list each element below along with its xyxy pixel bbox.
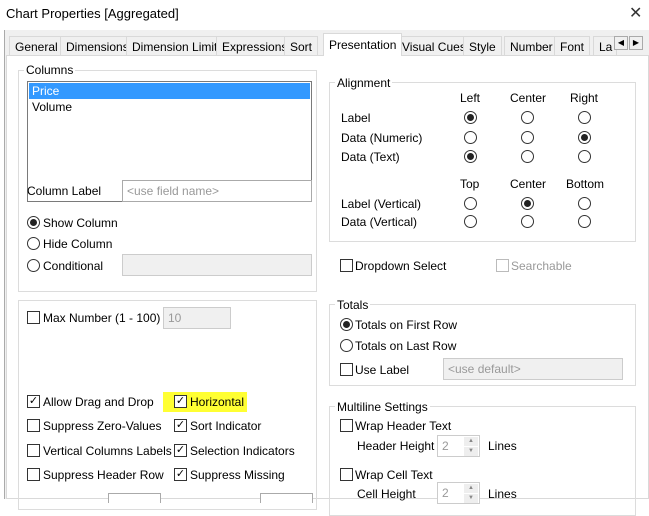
use-label-checkbox[interactable] xyxy=(340,363,353,376)
wrap-cell-checkbox[interactable] xyxy=(340,468,353,481)
sort-indicator-checkbox[interactable]: ✓ xyxy=(174,419,187,432)
bottom-button[interactable] xyxy=(260,493,313,503)
wrap-cell-label: Wrap Cell Text xyxy=(355,468,433,482)
totals-first-label: Totals on First Row xyxy=(355,318,458,332)
label-top-radio[interactable] xyxy=(464,197,477,210)
cell-height-value: 2 xyxy=(442,486,449,500)
label-align-label: Label xyxy=(341,111,371,125)
max-number-label: Max Number (1 - 100) xyxy=(43,311,161,325)
tab-expressions[interactable]: Expressions xyxy=(216,36,294,56)
show-column-label: Show Column xyxy=(43,216,118,230)
selection-indicators-label: Selection Indicators xyxy=(190,444,295,458)
lines-label: Lines xyxy=(488,439,517,453)
horizontal-checkbox[interactable]: ✓ xyxy=(174,395,187,408)
tab-sort[interactable]: Sort xyxy=(284,36,319,56)
selection-indicators-checkbox[interactable]: ✓ xyxy=(174,444,187,457)
align-left-header: Left xyxy=(460,91,481,105)
suppress-zero-checkbox[interactable] xyxy=(27,419,40,432)
numeric-left-radio[interactable] xyxy=(464,131,477,144)
tab-font[interactable]: Font xyxy=(554,36,591,56)
vertical-labels-checkbox[interactable] xyxy=(27,444,40,457)
tab-presentation[interactable]: Presentation xyxy=(323,33,403,56)
allow-drag-checkbox[interactable]: ✓ xyxy=(27,395,40,408)
show-column-radio[interactable] xyxy=(27,216,40,229)
vertical-labels-label: Vertical Columns Labels xyxy=(43,444,172,458)
data-vcenter-radio[interactable] xyxy=(521,215,534,228)
tab-scroll-right-icon[interactable]: ▶ xyxy=(629,36,643,50)
max-number-checkbox[interactable] xyxy=(27,311,40,324)
dropdown-select-checkbox[interactable] xyxy=(340,259,353,272)
dropdown-select-label: Dropdown Select xyxy=(355,259,447,273)
label-vcenter-radio[interactable] xyxy=(521,197,534,210)
window-title: Chart Properties [Aggregated] xyxy=(6,6,179,21)
data-top-radio[interactable] xyxy=(464,215,477,228)
wrap-header-checkbox[interactable] xyxy=(340,419,353,432)
allow-drag-label: Allow Drag and Drop xyxy=(43,395,154,409)
column-label-label: Column Label xyxy=(27,184,102,198)
header-height-value: 2 xyxy=(442,439,449,453)
tab-style[interactable]: Style xyxy=(463,36,502,56)
label-vertical-label: Label (Vertical) xyxy=(341,197,422,211)
align-bottom-header: Bottom xyxy=(566,177,605,191)
hide-column-radio[interactable] xyxy=(27,237,40,250)
suppress-zero-label: Suppress Zero-Values xyxy=(43,419,162,433)
conditional-label: Conditional xyxy=(43,259,104,273)
align-top-header: Top xyxy=(460,177,480,191)
data-numeric-align-label: Data (Numeric) xyxy=(341,131,423,145)
data-bottom-radio[interactable] xyxy=(578,215,591,228)
max-number-input: 10 xyxy=(163,307,231,329)
sort-indicator-label: Sort Indicator xyxy=(190,419,262,433)
searchable-label: Searchable xyxy=(511,259,572,273)
multiline-group-label: Multiline Settings xyxy=(335,400,430,414)
tab-dimensions[interactable]: Dimensions xyxy=(60,36,135,56)
label-left-radio[interactable] xyxy=(464,111,477,124)
hide-column-label: Hide Column xyxy=(43,237,113,251)
cell-height-stepper: 2 ▲ ▼ xyxy=(437,482,480,504)
align-right-header: Right xyxy=(570,91,599,105)
tab-scroll-left-icon[interactable]: ◀ xyxy=(614,36,628,50)
suppress-missing-checkbox[interactable]: ✓ xyxy=(174,468,187,481)
use-label-input: <use default> xyxy=(443,358,623,380)
label-bottom-radio[interactable] xyxy=(578,197,591,210)
columns-group-label: Columns xyxy=(24,63,76,77)
bottom-button[interactable] xyxy=(108,493,161,503)
list-item[interactable]: Price xyxy=(29,83,310,99)
totals-last-label: Totals on Last Row xyxy=(355,339,457,353)
numeric-center-radio[interactable] xyxy=(521,131,534,144)
label-right-radio[interactable] xyxy=(578,111,591,124)
tab-general[interactable]: General xyxy=(9,36,64,56)
align-vcenter-header: Center xyxy=(510,177,547,191)
searchable-checkbox xyxy=(496,259,509,272)
suppress-header-label: Suppress Header Row xyxy=(43,468,164,482)
totals-last-radio[interactable] xyxy=(340,339,353,352)
numeric-right-radio[interactable] xyxy=(578,131,591,144)
text-center-radio[interactable] xyxy=(521,150,534,163)
text-right-radio[interactable] xyxy=(578,150,591,163)
totals-first-radio[interactable] xyxy=(340,318,353,331)
header-height-label: Header Height xyxy=(357,439,435,453)
wrap-header-label: Wrap Header Text xyxy=(355,419,452,433)
totals-group-label: Totals xyxy=(335,298,371,312)
text-left-radio[interactable] xyxy=(464,150,477,163)
horizontal-label: Horizontal xyxy=(190,395,245,409)
suppress-header-checkbox[interactable] xyxy=(27,468,40,481)
header-height-stepper: 2 ▲ ▼ xyxy=(437,435,480,457)
data-vertical-label: Data (Vertical) xyxy=(341,215,418,229)
list-item[interactable]: Volume xyxy=(29,99,310,115)
conditional-input xyxy=(122,254,312,276)
tab-visual-cues[interactable]: Visual Cues xyxy=(396,36,472,56)
column-label-input[interactable]: <use field name> xyxy=(122,180,312,202)
align-center-header: Center xyxy=(510,91,547,105)
tab-dimension-limits[interactable]: Dimension Limits xyxy=(126,36,230,56)
close-icon[interactable]: ✕ xyxy=(629,3,642,23)
label-center-radio[interactable] xyxy=(521,111,534,124)
conditional-radio[interactable] xyxy=(27,259,40,272)
suppress-missing-label: Suppress Missing xyxy=(190,468,285,482)
data-text-align-label: Data (Text) xyxy=(341,150,400,164)
alignment-group-label: Alignment xyxy=(335,76,393,90)
tab-number[interactable]: Number xyxy=(504,36,559,56)
use-label-label: Use Label xyxy=(355,363,410,377)
